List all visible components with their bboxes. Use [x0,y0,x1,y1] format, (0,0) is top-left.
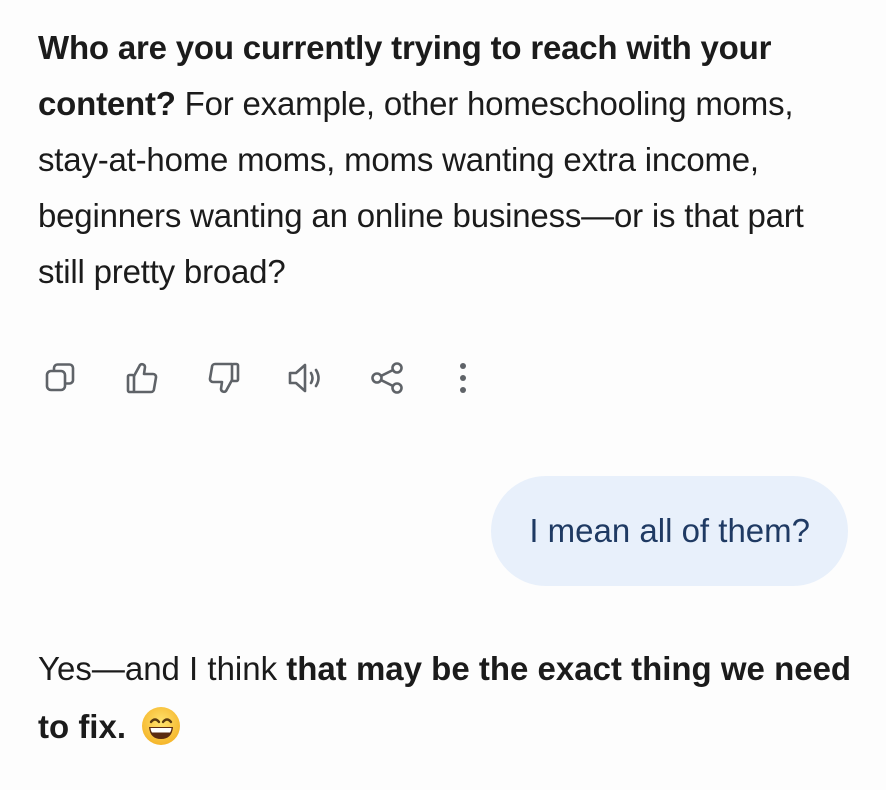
grinning-face-emoji-icon [142,707,181,745]
user-message-text: I mean all of them? [529,512,810,549]
share-button[interactable] [366,356,410,400]
share-icon [371,362,403,394]
assistant-reply-lead: Yes—and I think [38,650,287,687]
user-message-bubble: I mean all of them? [491,476,848,586]
assistant-message: Who are you currently trying to reach wi… [38,20,858,300]
copy-button[interactable] [38,356,82,400]
more-vertical-icon [460,363,466,393]
read-aloud-button[interactable] [284,356,328,400]
thumbs-up-button[interactable] [120,356,164,400]
copy-icon [45,363,75,392]
speaker-icon [288,363,320,393]
message-action-bar [38,356,478,400]
thumbs-up-icon [126,362,158,394]
assistant-reply: Yes—and I think that may be the exact th… [38,640,858,756]
more-options-button[interactable] [448,356,478,400]
thumbs-down-button[interactable] [202,356,246,400]
thumbs-down-icon [208,362,240,394]
